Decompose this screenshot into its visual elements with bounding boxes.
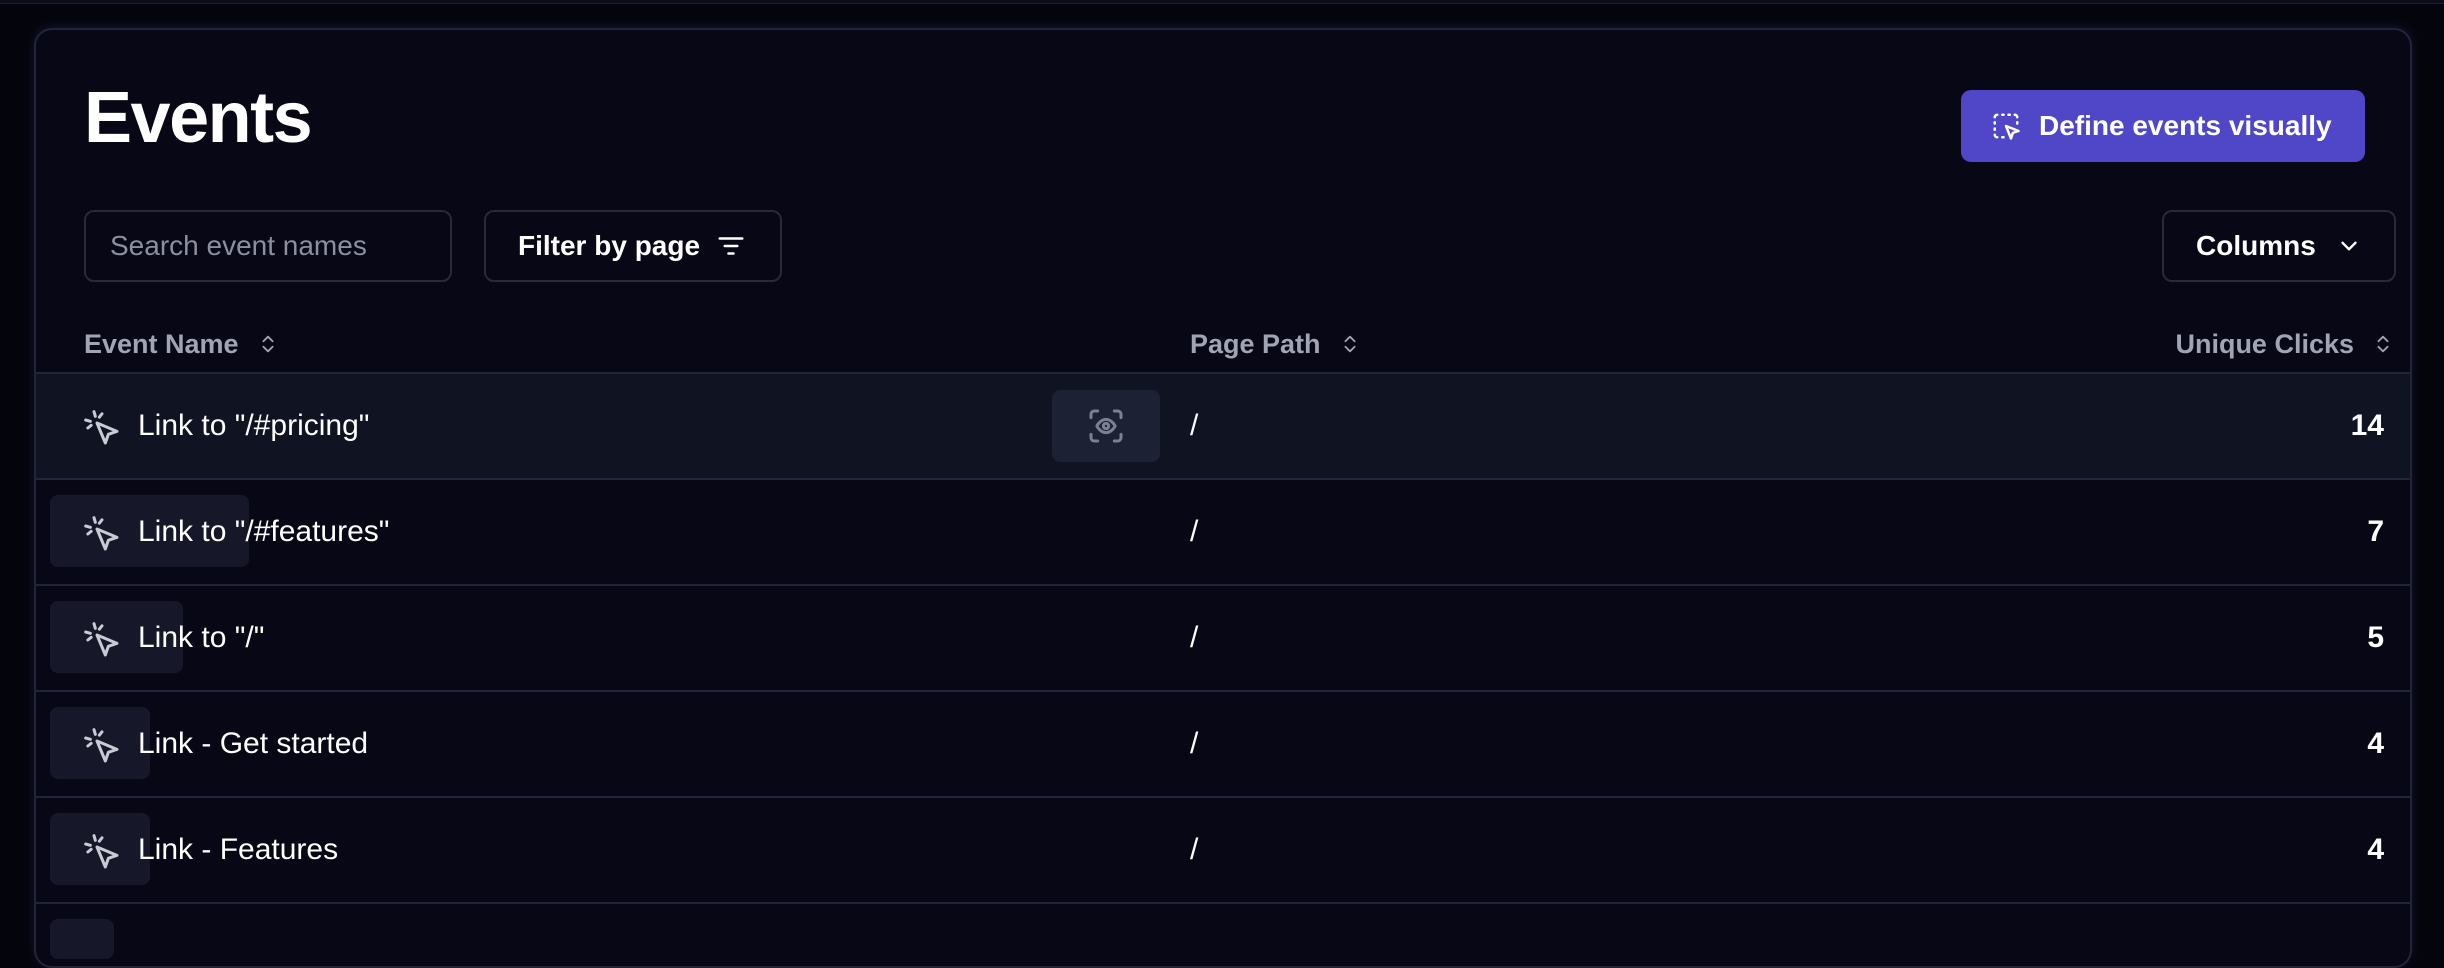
view-event-button[interactable] [1052, 390, 1160, 462]
filter-by-page-label: Filter by page [518, 230, 701, 261]
search-input[interactable] [84, 210, 452, 282]
top-border [0, 0, 2444, 4]
page-path: / [1190, 515, 1199, 548]
page-title: Events [84, 78, 313, 158]
event-name: Link - Features [138, 833, 339, 866]
filter-by-page-button[interactable]: Filter by page [484, 210, 782, 282]
define-events-visually-button[interactable]: Define events visually [1961, 90, 2365, 162]
unique-clicks: 14 [2350, 409, 2384, 442]
table-row[interactable]: Link to "/" / 5 [36, 586, 2410, 692]
column-header-page-path-label: Page Path [1190, 328, 1321, 359]
define-events-visually-label: Define events visually [2039, 110, 2332, 141]
click-cursor-icon [82, 620, 122, 660]
table-row[interactable]: Link - Get started / 4 [36, 692, 2410, 798]
event-name: Link to "/" [138, 621, 265, 654]
event-name: Link - Get started [138, 727, 369, 760]
click-cursor-icon [82, 832, 122, 872]
click-cursor-icon [82, 514, 122, 554]
table-header: Event Name Page Path Unique Clicks [36, 314, 2410, 374]
sort-updown-icon [2372, 331, 2394, 357]
table-row[interactable]: Link to "/#pricing" / 14 [36, 374, 2410, 480]
column-header-unique-clicks[interactable]: Unique Clicks [2175, 314, 2394, 374]
columns-button[interactable]: Columns [2162, 210, 2396, 282]
eye-scan-icon [1086, 406, 1126, 446]
column-header-event-name-label: Event Name [84, 328, 239, 359]
table-row[interactable]: Link to "/#features" / 7 [36, 480, 2410, 586]
columns-label: Columns [2196, 230, 2316, 261]
column-header-event-name[interactable]: Event Name [84, 314, 279, 374]
chevron-down-icon [2336, 233, 2362, 259]
page-path: / [1190, 621, 1199, 654]
row-highlight [50, 919, 114, 959]
filter-lines-icon [716, 231, 746, 261]
table-row[interactable] [36, 904, 2410, 959]
event-name: Link to "/#pricing" [138, 409, 370, 442]
table-row[interactable]: Link - Features / 4 [36, 798, 2410, 904]
events-panel: Events Define events visually Filter by … [34, 28, 2412, 968]
select-pointer-icon [1991, 111, 2021, 141]
unique-clicks: 5 [2367, 621, 2384, 654]
page-path: / [1190, 833, 1199, 866]
click-cursor-icon [82, 408, 122, 448]
sort-updown-icon [1339, 331, 1361, 357]
page-path: / [1190, 409, 1199, 442]
unique-clicks: 4 [2367, 833, 2384, 866]
unique-clicks: 7 [2367, 515, 2384, 548]
column-header-page-path[interactable]: Page Path [1190, 314, 1361, 374]
sort-updown-icon [257, 331, 279, 357]
column-header-unique-clicks-label: Unique Clicks [2175, 328, 2354, 359]
unique-clicks: 4 [2367, 727, 2384, 760]
events-table-body: Link to "/#pricing" / 14 Link to "/#feat… [36, 374, 2410, 959]
click-cursor-icon [82, 726, 122, 766]
event-name: Link to "/#features" [138, 515, 390, 548]
page-path: / [1190, 727, 1199, 760]
